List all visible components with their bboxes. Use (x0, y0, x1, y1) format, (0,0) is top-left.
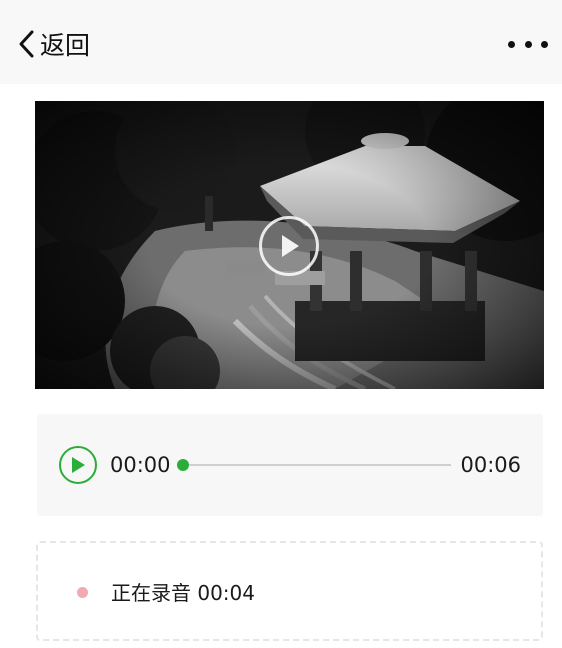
recording-indicator (77, 587, 88, 598)
more-dot (541, 40, 548, 48)
more-dot (524, 40, 532, 48)
page: 返回 00:00 00:06 正在录音 00:04 (0, 0, 562, 648)
back-label: 返回 (40, 31, 91, 60)
back-button[interactable]: 返回 (16, 26, 90, 62)
current-time: 00:00 (110, 453, 171, 477)
audio-play-button[interactable] (59, 446, 97, 484)
total-time: 00:06 (460, 453, 521, 477)
more-dot (508, 40, 515, 48)
video-play-button[interactable] (259, 216, 319, 276)
video-player[interactable] (35, 101, 544, 389)
play-circle-icon (282, 235, 299, 257)
recording-status: 正在录音 00:04 (111, 581, 255, 605)
nav-bar: 返回 (0, 0, 562, 84)
chevron-left-icon (19, 30, 34, 58)
audio-progress-track[interactable] (183, 464, 451, 466)
more-button[interactable] (508, 32, 548, 56)
audio-player: 00:00 00:06 (37, 414, 543, 516)
play-icon (72, 457, 85, 473)
audio-progress-thumb[interactable] (177, 459, 189, 471)
recording-panel: 正在录音 00:04 (36, 541, 543, 641)
